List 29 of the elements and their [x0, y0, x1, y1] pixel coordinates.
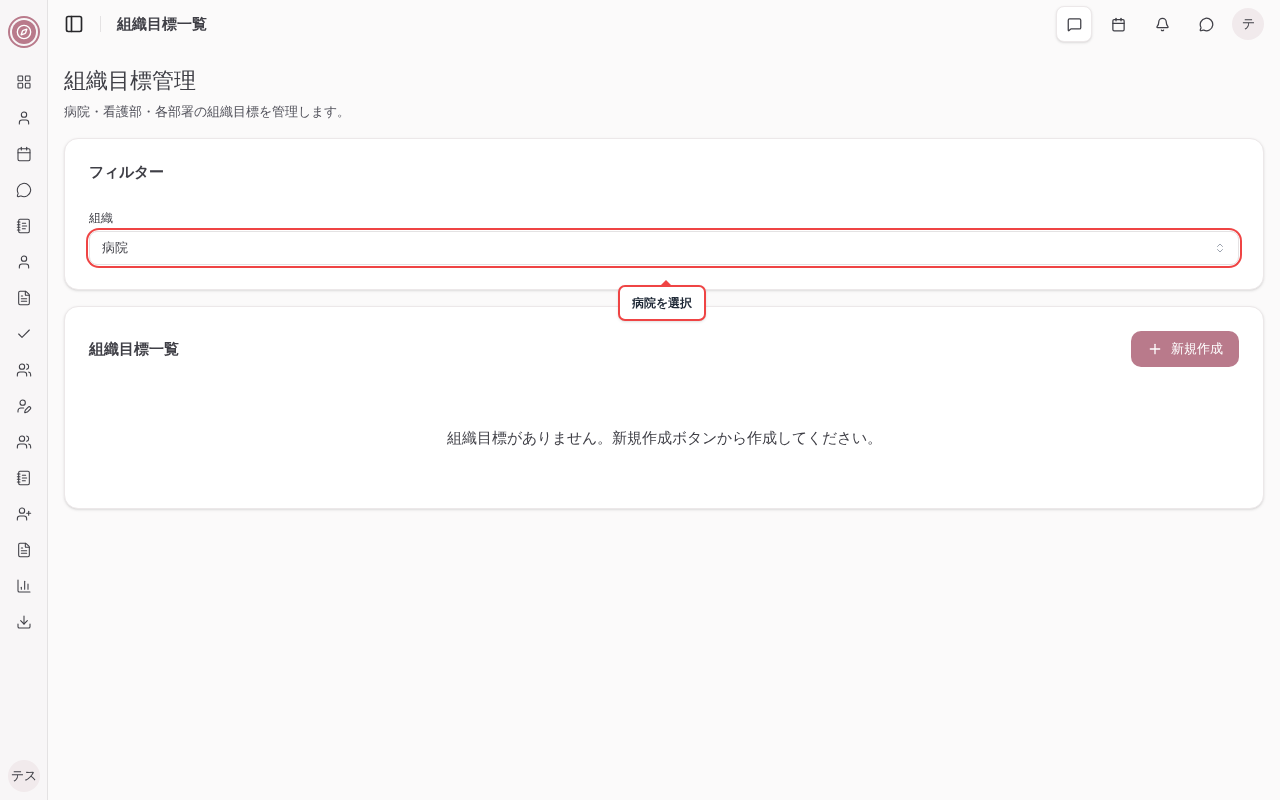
user-avatar[interactable]: テス — [7, 760, 40, 792]
notebook-icon[interactable] — [15, 218, 32, 234]
users-icon[interactable] — [15, 362, 32, 378]
empty-message: 組織目標がありません。新規作成ボタンから作成してください。 — [445, 428, 883, 449]
user-edit-icon[interactable] — [15, 398, 32, 414]
header-title: 組織目標一覧 — [117, 13, 207, 35]
field-label: 組織 — [89, 210, 114, 227]
sidebar-toggle-icon[interactable] — [64, 14, 84, 34]
user-add-icon[interactable] — [15, 506, 32, 522]
page-subtitle: 病院・看護部・各部署の組織目標を管理します。 — [64, 103, 351, 121]
download-icon[interactable] — [15, 614, 32, 630]
logo-icon[interactable] — [7, 16, 40, 48]
card-title: 組織目標一覧 — [89, 338, 179, 360]
card-title: フィルター — [89, 161, 165, 183]
document-icon[interactable] — [15, 542, 32, 558]
document-icon[interactable] — [15, 290, 32, 306]
feedback-button[interactable] — [1056, 6, 1092, 42]
notebook-icon[interactable] — [15, 470, 32, 486]
chart-icon[interactable] — [15, 578, 32, 594]
calendar-icon[interactable] — [15, 146, 32, 162]
chat-icon[interactable] — [15, 182, 32, 198]
plus-icon — [1147, 341, 1163, 357]
user-avatar[interactable]: テ — [1232, 8, 1264, 40]
dashboard-icon[interactable] — [15, 74, 32, 90]
organization-select[interactable]: 病院 — [89, 231, 1239, 265]
message-icon — [1066, 16, 1082, 32]
page-title: 組織目標管理 — [64, 67, 197, 95]
chevrons-icon — [1214, 242, 1226, 254]
users-icon[interactable] — [15, 434, 32, 450]
